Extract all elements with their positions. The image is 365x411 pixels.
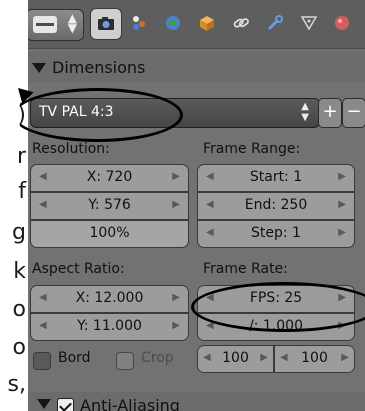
aspect-y-field[interactable]: ◀ Y: 11.000 ▶	[30, 313, 189, 341]
field-value: End: 250	[244, 197, 308, 213]
editor-type-button[interactable]: ▲ ▼	[26, 9, 84, 41]
increment-arrow-icon: ▶	[172, 292, 180, 303]
tab-constraints[interactable]	[226, 8, 256, 38]
section-title: Dimensions	[52, 58, 146, 77]
frame-range-label: Frame Range:	[203, 141, 301, 157]
border-label: Bord	[58, 350, 91, 366]
tab-data[interactable]	[294, 8, 324, 38]
increment-arrow-icon: ▶	[341, 352, 349, 363]
tab-render[interactable]	[90, 8, 122, 40]
increment-arrow-icon: ▶	[338, 171, 346, 182]
dimensions-section-header[interactable]: Dimensions	[20, 52, 365, 82]
increment-arrow-icon: ▶	[172, 171, 180, 182]
time-remap-old-field[interactable]: ◀ 100 ▶	[197, 345, 274, 373]
increment-arrow-icon: ▶	[172, 199, 180, 210]
add-preset-button[interactable]: +	[318, 98, 342, 128]
doc-text-line: s,	[7, 372, 26, 397]
doc-text-line: o	[12, 297, 26, 322]
field-value: X: 12.000	[75, 290, 144, 306]
resolution-y-field[interactable]: ◀ Y: 576 ▶	[30, 192, 189, 220]
doc-text-line: g	[12, 220, 26, 245]
remove-preset-button[interactable]: −	[342, 98, 365, 128]
aspect-x-field[interactable]: ◀ X: 12.000 ▶	[30, 285, 189, 313]
doc-text-line: r	[16, 144, 26, 169]
crop-toggle[interactable]	[116, 352, 134, 370]
anti-aliasing-checkbox[interactable]	[57, 398, 74, 411]
anti-aliasing-section-header[interactable]: Anti-Aliasing	[20, 392, 365, 411]
render-camera-icon	[98, 17, 114, 30]
world-icon	[166, 16, 180, 30]
aspect-ratio-label: Aspect Ratio:	[32, 261, 125, 277]
anti-aliasing-label: Anti-Aliasing	[80, 396, 180, 411]
object-icon	[200, 16, 214, 31]
fps-highlight-ellipse	[191, 282, 365, 332]
doc-text-line: k	[13, 259, 26, 284]
field-value: Y: 11.000	[77, 318, 142, 334]
resolution-label: Resolution:	[32, 141, 110, 157]
constraints-icon	[233, 18, 249, 28]
preset-highlight-ellipse	[20, 88, 183, 142]
increment-arrow-icon: ▶	[338, 227, 346, 238]
properties-panel: ▲ ▼ Dimensions TV PAL 4:3 ▲ ▼ + − Resolu…	[20, 0, 365, 411]
data-icon	[300, 16, 318, 31]
material-icon	[335, 16, 349, 30]
document-text-strip: ) r f g k o o s,	[0, 0, 28, 411]
field-value: Y: 576	[88, 197, 131, 213]
increment-arrow-icon: ▶	[172, 320, 180, 331]
collapse-triangle-icon	[37, 399, 51, 409]
resolution-percentage-slider[interactable]: 100%	[30, 220, 189, 248]
border-toggle[interactable]	[33, 352, 51, 370]
field-value: Step: 1	[251, 225, 301, 241]
tab-material[interactable]	[327, 8, 357, 38]
field-value: X: 720	[86, 169, 133, 185]
field-value: Start: 1	[249, 169, 303, 185]
tab-modifiers[interactable]	[260, 8, 290, 38]
updown-arrows-icon: ▲ ▼	[67, 11, 77, 35]
properties-tab-bar: ▲ ▼	[20, 0, 365, 49]
time-remap-new-field[interactable]: ◀ 100 ▶	[274, 345, 355, 373]
frame-end-field[interactable]: ◀ End: 250 ▶	[197, 192, 355, 220]
resolution-x-field[interactable]: ◀ X: 720 ▶	[30, 164, 189, 192]
frame-rate-label: Frame Rate:	[203, 261, 288, 277]
collapse-triangle-icon	[32, 63, 46, 73]
crop-label: Crop	[141, 350, 174, 366]
frame-start-field[interactable]: ◀ Start: 1 ▶	[197, 164, 355, 192]
scene-icon	[133, 16, 145, 30]
modifiers-icon	[267, 15, 283, 31]
frame-step-field[interactable]: ◀ Step: 1 ▶	[197, 220, 355, 248]
editor-type-icon	[33, 16, 57, 33]
field-value: 100%	[89, 225, 130, 241]
tab-world[interactable]	[158, 8, 188, 38]
increment-arrow-icon: ▶	[260, 352, 268, 363]
tab-scene[interactable]	[124, 8, 154, 38]
doc-text-line: f	[18, 179, 26, 204]
increment-arrow-icon: ▶	[338, 199, 346, 210]
tab-object[interactable]	[192, 8, 222, 38]
doc-text-line: o	[12, 335, 26, 360]
updown-arrows-icon: ▲ ▼	[301, 101, 309, 123]
